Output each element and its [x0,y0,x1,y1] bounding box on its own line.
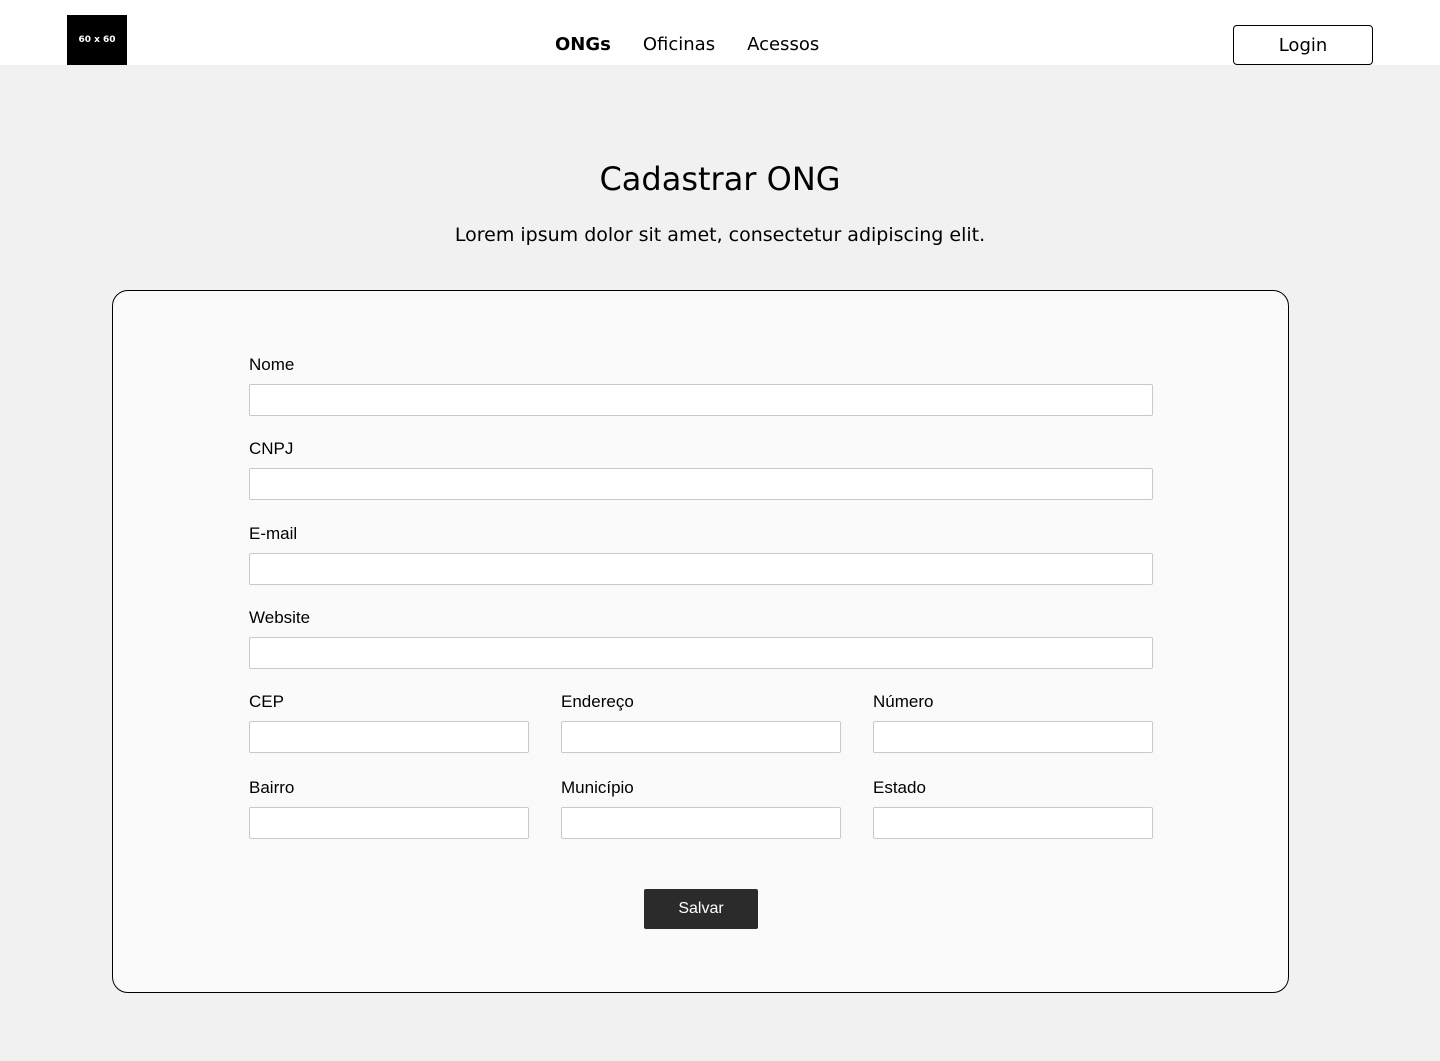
endereco-input[interactable] [561,721,841,753]
cep-label: CEP [249,692,284,711]
email-input[interactable] [249,553,1153,585]
page-title: Cadastrar ONG [599,160,841,198]
bairro-label: Bairro [249,778,295,797]
logo-placeholder[interactable]: 60 x 60 [67,15,127,65]
nav-item-oficinas[interactable]: Oficinas [643,32,715,58]
ong-form-card: Nome CNPJ E-mail Website CEP Endereço Nú… [112,290,1289,993]
municipio-input[interactable] [561,807,841,839]
nome-label: Nome [249,355,295,374]
cnpj-input[interactable] [249,468,1153,500]
website-label: Website [249,608,311,627]
estado-label: Estado [873,778,926,797]
top-header: 60 x 60 ONGs Oficinas Acessos Login [0,0,1440,65]
endereco-label: Endereço [561,692,634,711]
municipio-label: Município [561,778,634,797]
nome-input[interactable] [249,384,1153,416]
page-subtitle: Lorem ipsum dolor sit amet, consectetur … [454,224,986,246]
numero-label: Número [873,692,934,711]
website-input[interactable] [249,637,1153,669]
login-button[interactable]: Login [1233,25,1373,65]
nav-item-ongs[interactable]: ONGs [555,32,611,58]
cep-input[interactable] [249,721,529,753]
email-label: E-mail [249,524,298,543]
save-button[interactable]: Salvar [644,889,758,929]
cnpj-label: CNPJ [249,439,294,458]
estado-input[interactable] [873,807,1153,839]
nav-item-acessos[interactable]: Acessos [747,32,819,58]
numero-input[interactable] [873,721,1153,753]
bairro-input[interactable] [249,807,529,839]
main-nav: ONGs Oficinas Acessos [555,32,819,58]
